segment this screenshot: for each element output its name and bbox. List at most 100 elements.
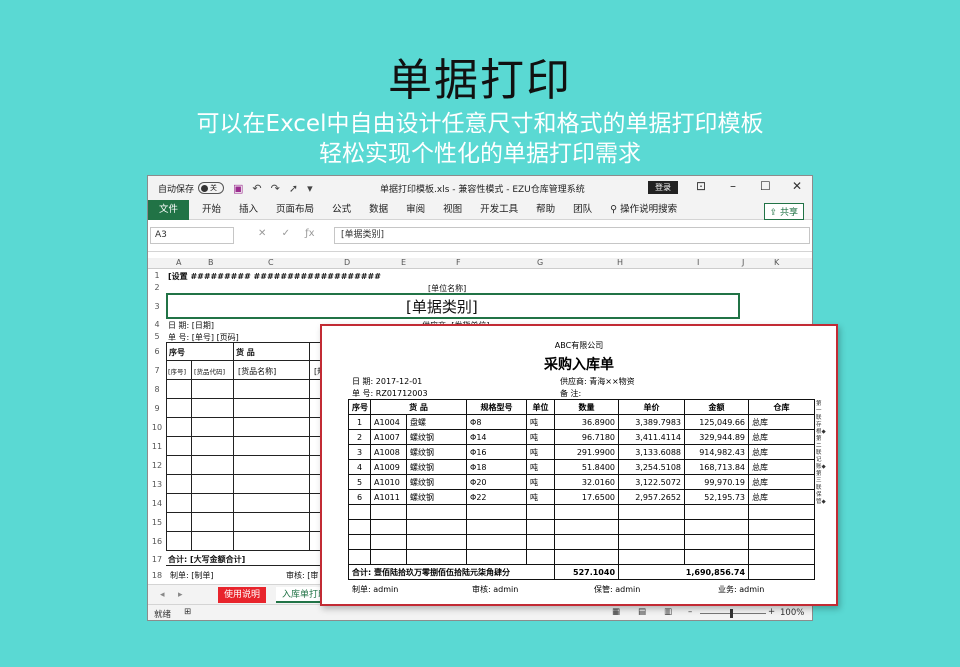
customize-icon[interactable]: ▾ bbox=[307, 182, 313, 195]
seq-field-cell[interactable]: [序号] bbox=[168, 366, 186, 376]
row-9[interactable]: 9 bbox=[148, 404, 166, 413]
col-d[interactable]: D bbox=[344, 258, 350, 267]
search-icon: ⚲ bbox=[610, 203, 621, 215]
tab-insert[interactable]: 插入 bbox=[230, 200, 267, 220]
row-7[interactable]: 7 bbox=[148, 366, 166, 375]
preview-empty-cell bbox=[554, 549, 620, 565]
col-e[interactable]: E bbox=[401, 258, 406, 267]
preview-cell: 吨 bbox=[526, 474, 556, 490]
share-button[interactable]: ⇪ 共享 bbox=[763, 203, 804, 220]
autosave-toggle[interactable]: 自动保存 关 bbox=[158, 182, 225, 195]
col-f[interactable]: F bbox=[456, 258, 461, 267]
maximize-icon[interactable]: ☐ bbox=[760, 179, 771, 193]
row-1[interactable]: 1 bbox=[148, 271, 166, 280]
settings-cell[interactable]: [设置 ######### ################### bbox=[168, 271, 381, 282]
search-hint[interactable]: ⚲ 操作说明搜索 bbox=[601, 200, 686, 220]
preview-cell: 总库 bbox=[748, 489, 816, 505]
preview-cell: 螺纹钢 bbox=[405, 429, 468, 445]
col-a[interactable]: A bbox=[176, 258, 181, 267]
row-17[interactable]: 17 bbox=[148, 555, 166, 564]
doc-category-cell[interactable]: [单据类别] bbox=[406, 296, 478, 317]
col-b[interactable]: B bbox=[208, 258, 214, 267]
normal-view-icon[interactable]: ▦ bbox=[612, 607, 620, 617]
preview-date: 日 期: 2017-12-01 bbox=[352, 377, 423, 386]
tab-file[interactable]: 文件 bbox=[148, 199, 190, 220]
close-icon[interactable]: ✕ bbox=[792, 179, 802, 193]
row-3[interactable]: 3 bbox=[148, 302, 166, 311]
row-18[interactable]: 18 bbox=[148, 571, 166, 580]
name-field-cell[interactable]: [货品名称] bbox=[238, 366, 276, 377]
zoom-out-icon[interactable]: – bbox=[688, 607, 692, 617]
preview-cell: A1004 bbox=[370, 414, 407, 430]
zoom-in-icon[interactable]: + bbox=[768, 607, 775, 617]
tab-team[interactable]: 团队 bbox=[564, 200, 601, 220]
fx-icon: ƒx bbox=[305, 228, 315, 239]
row-13[interactable]: 13 bbox=[148, 480, 166, 489]
pointer-icon[interactable]: ➚ bbox=[289, 182, 298, 195]
review-cell[interactable]: 审核: [审 bbox=[286, 570, 318, 581]
zoom-slider[interactable] bbox=[700, 613, 766, 614]
preview-cell: 3,389.7983 bbox=[618, 414, 686, 430]
tab-formulas[interactable]: 公式 bbox=[323, 200, 360, 220]
total-cell[interactable]: 合计: [大写金额合计] bbox=[168, 554, 245, 565]
preview-cell: 2 bbox=[348, 429, 371, 445]
row-8[interactable]: 8 bbox=[148, 385, 166, 394]
page-break-icon[interactable]: ▥ bbox=[664, 607, 672, 617]
date-cell[interactable]: 日 期: [日期] bbox=[168, 320, 214, 331]
redo-icon[interactable]: ↷ bbox=[271, 182, 280, 195]
next-sheet-icon[interactable]: ▸ bbox=[172, 587, 189, 603]
tab-home[interactable]: 开始 bbox=[193, 200, 230, 220]
preview-empty-cell bbox=[370, 534, 407, 550]
share-label: 共享 bbox=[779, 208, 798, 218]
page-layout-icon[interactable]: ▤ bbox=[638, 607, 646, 617]
tab-developer[interactable]: 开发工具 bbox=[471, 200, 527, 220]
tab-page-layout[interactable]: 页面布局 bbox=[267, 200, 323, 220]
subtitle-line-2: 轻松实现个性化的单据打印需求 bbox=[319, 141, 641, 167]
preview-cell: 吨 bbox=[526, 444, 556, 460]
goods-header-cell[interactable]: 货 品 bbox=[236, 347, 255, 358]
sheet-tab-help[interactable]: 使用说明 bbox=[218, 587, 267, 603]
tab-review[interactable]: 审阅 bbox=[397, 200, 434, 220]
row-5[interactable]: 5 bbox=[148, 332, 166, 341]
col-i[interactable]: I bbox=[697, 258, 699, 267]
zoom-slider-thumb[interactable] bbox=[730, 609, 733, 618]
formula-icons[interactable]: ✕ ✓ ƒx bbox=[258, 228, 315, 239]
seq-header-cell[interactable]: 序号 bbox=[169, 347, 185, 358]
name-box[interactable]: A3 bbox=[150, 227, 234, 244]
col-g[interactable]: G bbox=[537, 258, 543, 267]
col-k[interactable]: K bbox=[774, 258, 779, 267]
row-15[interactable]: 15 bbox=[148, 518, 166, 527]
code-field-cell[interactable]: [货品代码] bbox=[194, 366, 225, 376]
col-j[interactable]: J bbox=[742, 258, 744, 267]
preview-cell: 3,411.4114 bbox=[618, 429, 686, 445]
macro-icon[interactable]: ⊞ bbox=[184, 607, 191, 617]
tab-view[interactable]: 视图 bbox=[434, 200, 471, 220]
formula-bar: A3 ✕ ✓ ƒx [单据类别] bbox=[148, 220, 812, 252]
minimize-icon[interactable]: – bbox=[730, 179, 736, 193]
col-h[interactable]: H bbox=[617, 258, 623, 267]
prev-sheet-icon[interactable]: ◂ bbox=[154, 587, 171, 603]
row-2[interactable]: 2 bbox=[148, 283, 166, 292]
row-16[interactable]: 16 bbox=[148, 537, 166, 546]
row-10[interactable]: 10 bbox=[148, 423, 166, 432]
formula-input[interactable]: [单据类别] bbox=[334, 227, 810, 244]
col-c[interactable]: C bbox=[268, 258, 274, 267]
row-6[interactable]: 6 bbox=[148, 347, 166, 356]
zoom-level[interactable]: 100% bbox=[780, 608, 804, 618]
row-14[interactable]: 14 bbox=[148, 499, 166, 508]
grid-border-name bbox=[309, 342, 310, 550]
status-ready: 就绪 bbox=[154, 610, 172, 620]
ribbon-display-icon[interactable]: ⊡ bbox=[696, 179, 706, 193]
preview-row: 4 A1009 螺纹钢 Φ18 吨 51.8400 3,254.5108 168,713.84… bbox=[348, 459, 816, 475]
row-12[interactable]: 12 bbox=[148, 461, 166, 470]
login-button[interactable]: 登录 bbox=[648, 181, 678, 194]
tab-data[interactable]: 数据 bbox=[360, 200, 397, 220]
row-4[interactable]: 4 bbox=[148, 320, 166, 329]
print-preview: ABC有限公司 采购入库单 日 期: 2017-12-01 供应商: 青海××物… bbox=[320, 324, 838, 606]
undo-icon[interactable]: ↶ bbox=[252, 182, 261, 195]
maker-cell[interactable]: 制单: [制单] bbox=[170, 570, 213, 581]
preview-empty-cell bbox=[526, 534, 556, 550]
row-11[interactable]: 11 bbox=[148, 442, 166, 451]
save-icon[interactable]: ▣ bbox=[233, 182, 243, 195]
tab-help[interactable]: 帮助 bbox=[527, 200, 564, 220]
